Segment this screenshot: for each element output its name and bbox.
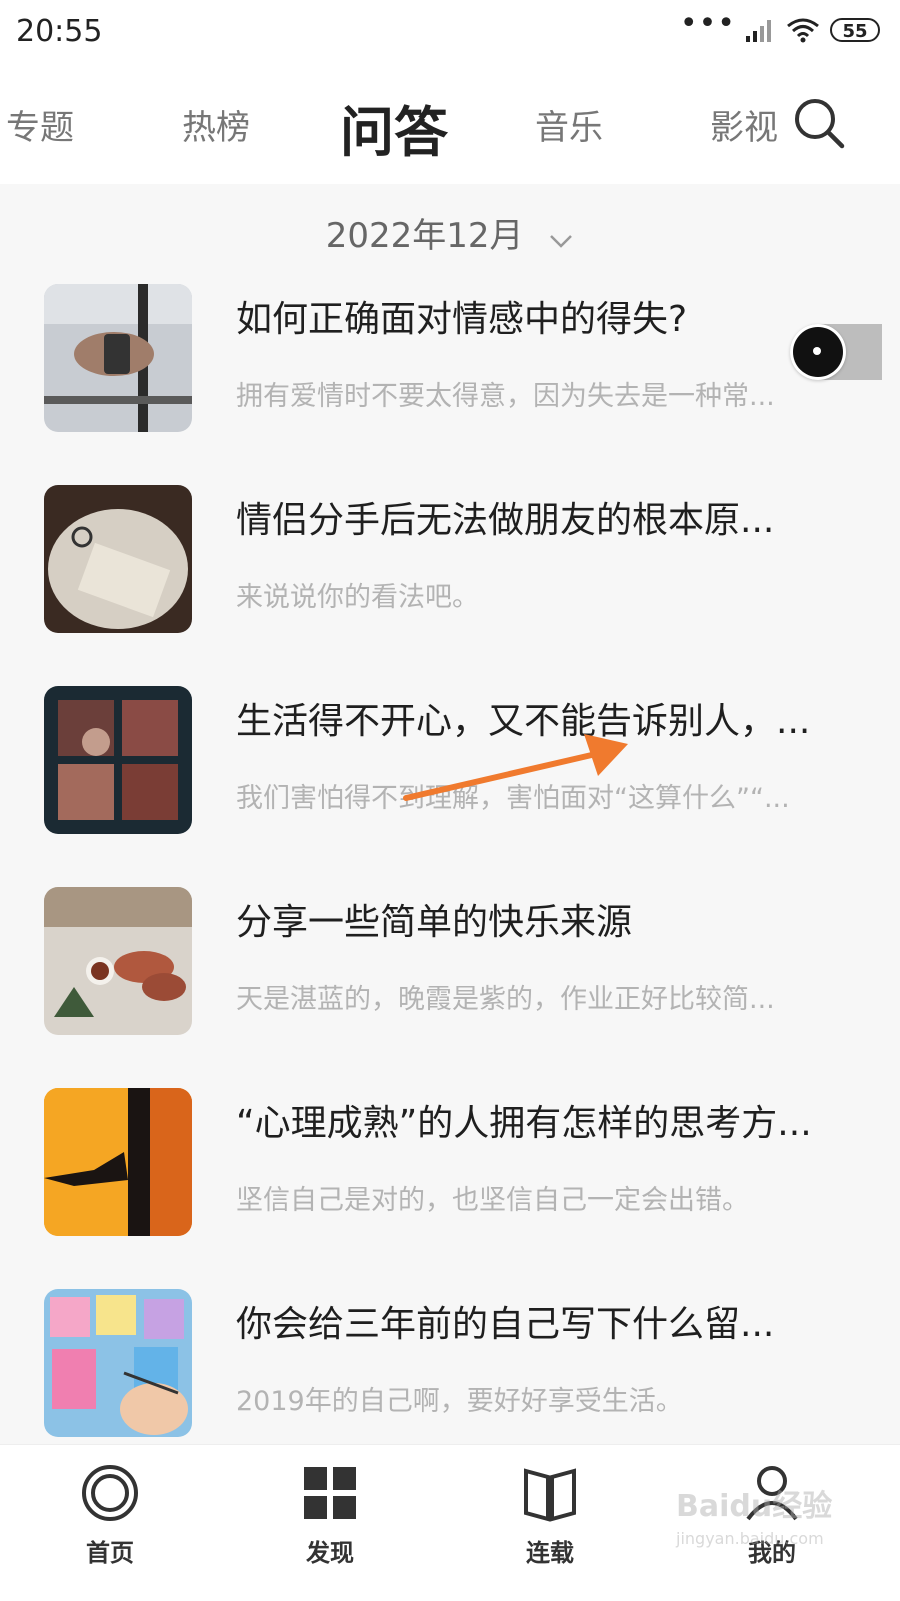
home-icon (82, 1465, 138, 1521)
list-item[interactable]: 情侣分手后无法做朋友的根本原... 来说说你的看法吧。 (0, 485, 900, 635)
search-icon (795, 99, 845, 149)
book-icon (524, 1468, 576, 1522)
search-button[interactable] (790, 94, 850, 154)
item-title: 分享一些简单的快乐来源 (236, 902, 633, 943)
nav-discover[interactable]: 发现 (270, 1463, 390, 1568)
watermark-brand: Baidu经验 (676, 1489, 833, 1524)
wifi-icon (787, 18, 819, 43)
nav-serial-label: 连载 (526, 1539, 574, 1567)
top-tab-bar: 专题 热榜 问答 音乐 影视 (0, 64, 900, 184)
month-selector[interactable]: 2022年12月 (0, 208, 900, 258)
tab-music[interactable]: 音乐 (535, 100, 603, 149)
nav-discover-label: 发现 (306, 1539, 354, 1567)
item-title: “心理成熟”的人拥有怎样的思考方... (236, 1103, 812, 1144)
bottom-nav-bar: 首页 发现 连载 我的 Baidu经验 jingyan.baidu.com (0, 1444, 900, 1601)
item-title: 情侣分手后无法做朋友的根本原... (236, 500, 775, 541)
chevron-down-icon (548, 218, 574, 258)
annotation-arrow (400, 730, 640, 814)
tab-topics[interactable]: 专题 (6, 100, 74, 149)
nav-serial[interactable]: 连载 (490, 1463, 610, 1568)
item-thumbnail (44, 686, 192, 834)
item-thumbnail (44, 887, 192, 1035)
tab-film[interactable]: 影视 (710, 100, 778, 149)
tab-hot-list[interactable]: 热榜 (182, 100, 250, 149)
list-item[interactable]: 分享一些简单的快乐来源 天是湛蓝的，晚霞是紫的，作业正好比较简... (0, 887, 900, 1037)
month-label: 2022年12月 (325, 216, 524, 256)
more-dots-icon: ••• (679, 6, 736, 41)
battery-indicator: 55 (830, 18, 880, 42)
item-thumbnail (44, 485, 192, 633)
item-title: 如何正确面对情感中的得失? (236, 299, 688, 340)
item-thumbnail (44, 284, 192, 432)
item-subtitle: 来说说你的看法吧。 (236, 582, 479, 613)
nav-home-label: 首页 (86, 1539, 134, 1567)
item-thumbnail (44, 1088, 192, 1236)
tab-qa[interactable]: 问答 (340, 88, 448, 167)
item-subtitle: 2019年的自己啊，要好好享受生活。 (236, 1386, 683, 1417)
status-icons: ••• 55 (679, 6, 880, 46)
toggle-knob (790, 324, 846, 380)
item-thumbnail (44, 1289, 192, 1437)
item-title: 你会给三年前的自己写下什么留... (236, 1304, 775, 1345)
grid-icon (304, 1467, 356, 1519)
list-item[interactable]: 如何正确面对情感中的得失? 拥有爱情时不要太得意，因为失去是一种常... (0, 284, 900, 434)
item-subtitle: 天是湛蓝的，晚霞是紫的，作业正好比较简... (236, 984, 775, 1015)
floating-toggle-button[interactable] (790, 324, 882, 380)
status-time: 20:55 (16, 14, 103, 49)
watermark-url: jingyan.baidu.com (676, 1529, 824, 1548)
list-item[interactable]: “心理成熟”的人拥有怎样的思考方... 坚信自己是对的，也坚信自己一定会出错。 (0, 1088, 900, 1238)
list-item[interactable]: 你会给三年前的自己写下什么留... 2019年的自己啊，要好好享受生活。 (0, 1289, 900, 1439)
watermark: Baidu经验 jingyan.baidu.com (676, 1491, 832, 1555)
item-subtitle: 坚信自己是对的，也坚信自己一定会出错。 (236, 1185, 749, 1216)
signal-icon (746, 20, 771, 42)
item-subtitle: 拥有爱情时不要太得意，因为失去是一种常... (236, 381, 775, 412)
status-bar: 20:55 ••• 55 (0, 0, 900, 64)
nav-home[interactable]: 首页 (50, 1463, 170, 1568)
